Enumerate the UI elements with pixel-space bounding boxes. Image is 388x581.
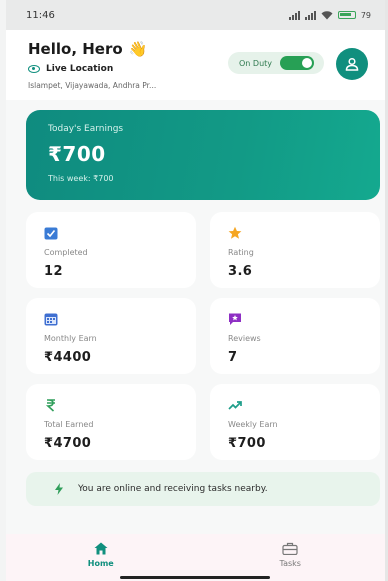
earnings-title: Today's Earnings xyxy=(48,124,124,134)
profile-button[interactable] xyxy=(336,48,368,80)
signal-2-icon xyxy=(304,10,316,20)
address-text: Islampet, Vijayawada, Andhra Pr... xyxy=(28,81,157,90)
online-banner: You are online and receiving tasks nearb… xyxy=(26,472,380,506)
nav-home[interactable]: Home xyxy=(6,534,196,581)
duty-toggle[interactable]: On Duty xyxy=(228,52,324,74)
stat-label: Total Earned xyxy=(44,420,94,429)
app-screen: 11:46 79 Hello, Hero 👋 Live Location Isl… xyxy=(6,0,385,581)
duty-switch[interactable] xyxy=(280,56,315,70)
earnings-card[interactable]: Today's Earnings ₹700 This week: ₹700 xyxy=(26,110,380,200)
duty-label: On Duty xyxy=(239,58,273,68)
nav-tasks-label: Tasks xyxy=(279,559,301,568)
stat-value: 12 xyxy=(44,264,63,279)
stat-value: ₹4700 xyxy=(44,436,92,451)
user-icon xyxy=(345,57,359,71)
greeting-text: Hello, Hero xyxy=(28,40,123,58)
rupee-icon xyxy=(45,399,55,412)
stat-value: 3.6 xyxy=(228,264,253,279)
eye-icon xyxy=(28,65,40,73)
stat-card-monthly-earn[interactable]: Monthly Earn ₹4400 xyxy=(26,298,196,374)
live-location-label: Live Location xyxy=(46,64,114,74)
wave-icon: 👋 xyxy=(128,40,148,58)
stat-value: ₹4400 xyxy=(44,350,92,365)
stat-label: Monthly Earn xyxy=(44,334,97,343)
nav-tasks[interactable]: Tasks xyxy=(196,534,386,581)
signal-icon xyxy=(288,10,300,20)
greeting: Hello, Hero 👋 xyxy=(28,40,147,58)
bottom-nav: Home Tasks xyxy=(6,534,385,581)
stat-label: Completed xyxy=(44,248,88,257)
online-banner-text: You are online and receiving tasks nearb… xyxy=(78,484,268,494)
live-location[interactable]: Live Location xyxy=(28,64,113,74)
gesture-bar[interactable] xyxy=(120,576,270,579)
nav-home-label: Home xyxy=(87,559,114,568)
briefcase-icon xyxy=(282,542,298,555)
earnings-amount: ₹700 xyxy=(48,142,106,166)
star-icon xyxy=(228,226,242,239)
check-square-icon xyxy=(44,227,58,240)
wifi-icon xyxy=(321,10,333,19)
status-time: 11:46 xyxy=(26,9,55,21)
stat-value: ₹700 xyxy=(228,436,266,451)
earnings-week: This week: ₹700 xyxy=(48,174,114,183)
stat-card-completed[interactable]: Completed 12 xyxy=(26,212,196,288)
battery-icon xyxy=(337,11,356,19)
stat-card-reviews[interactable]: Reviews 7 xyxy=(210,298,380,374)
battery-level: 79 xyxy=(360,10,371,20)
lightning-icon xyxy=(55,483,63,495)
stat-label: Weekly Earn xyxy=(228,420,278,429)
stat-label: Rating xyxy=(228,248,254,257)
stat-card-total-earned[interactable]: Total Earned ₹4700 xyxy=(26,384,196,460)
stat-value: 7 xyxy=(228,350,238,365)
stat-label: Reviews xyxy=(228,334,261,343)
stat-card-rating[interactable]: Rating 3.6 xyxy=(210,212,380,288)
status-icons: 79 xyxy=(288,10,371,20)
review-icon xyxy=(229,313,241,325)
calendar-icon xyxy=(44,313,58,326)
home-icon xyxy=(94,542,108,555)
stat-card-weekly-earn[interactable]: Weekly Earn ₹700 xyxy=(210,384,380,460)
header: Hello, Hero 👋 Live Location Islampet, Vi… xyxy=(6,30,385,100)
trending-up-icon xyxy=(228,401,242,410)
status-bar: 11:46 79 xyxy=(6,0,385,30)
